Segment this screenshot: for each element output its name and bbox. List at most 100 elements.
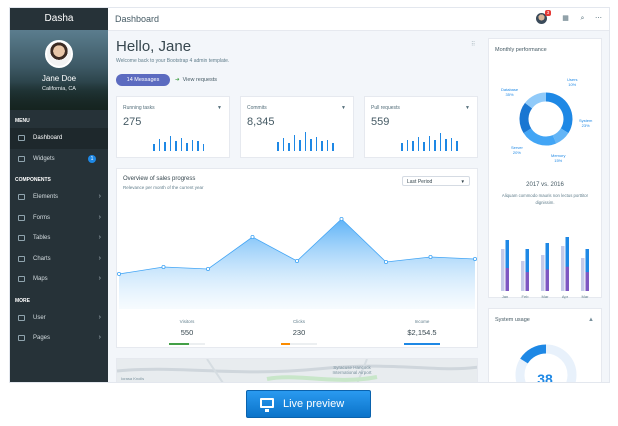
page-title: Dashboard	[115, 14, 160, 24]
system-usage-card: System usage ▲ 38	[488, 308, 602, 383]
sidebar-item-label: User	[33, 314, 46, 321]
more-icon[interactable]: ⋯	[595, 15, 602, 22]
mini-bar	[191, 140, 193, 151]
mini-bar	[412, 141, 414, 151]
user-icon	[18, 314, 25, 321]
dashboard-icon	[18, 135, 25, 141]
chevron-right-icon: ›	[98, 334, 101, 341]
widgets-badge: 1	[88, 154, 96, 163]
user-location: California, CA	[42, 86, 76, 92]
mini-bar	[434, 140, 436, 151]
section-more: MORE	[15, 297, 30, 304]
live-preview-label: Live preview	[283, 398, 345, 410]
pages-icon	[18, 335, 25, 341]
card-value: 275	[123, 116, 142, 128]
bar-2016	[521, 261, 525, 291]
area-point	[294, 259, 299, 264]
mini-bar	[169, 135, 171, 151]
bar-2016	[581, 258, 585, 291]
sidebar-item-tables[interactable]: Tables ›	[10, 228, 108, 249]
card-value: 8,345	[247, 116, 275, 128]
sidebar-item-pages[interactable]: Pages ›	[10, 328, 108, 349]
mini-bar	[202, 144, 204, 151]
app-window: Dasha Jane Doe California, CA MENU Dashb…	[9, 7, 610, 383]
stat-visitors: Visitors 550	[147, 319, 227, 345]
map-label-airport: Syracuse Hancock International Airport	[332, 365, 372, 375]
sidebar-item-maps[interactable]: Maps ›	[10, 269, 108, 290]
chevron-right-icon: ›	[98, 254, 101, 262]
sidebar-item-label: Elements	[33, 194, 59, 200]
area-point	[428, 255, 433, 260]
sidebar-item-widgets[interactable]: Widgets 1	[10, 149, 108, 170]
view-requests-link[interactable]: ➜ View requests	[175, 74, 217, 86]
bar-label: Apr	[562, 294, 569, 299]
sidebar: Dasha Jane Doe California, CA MENU Dashb…	[10, 8, 108, 382]
sidebar-item-forms[interactable]: Forms ›	[10, 208, 108, 229]
avatar[interactable]	[45, 40, 73, 68]
tables-icon	[18, 235, 25, 241]
sidebar-item-elements[interactable]: Elements ›	[10, 187, 108, 208]
caret-down-icon[interactable]: ▼	[341, 105, 346, 111]
live-preview-button[interactable]: Live preview	[246, 390, 371, 418]
mini-bar	[423, 142, 425, 151]
stat-value: 230	[292, 328, 306, 337]
mini-bar	[180, 137, 182, 151]
drag-handle-icon[interactable]: ⠿	[471, 41, 475, 48]
profile-card: Jane Doe California, CA	[10, 30, 108, 110]
sidebar-item-user[interactable]: User ›	[10, 308, 108, 329]
area-point	[161, 265, 166, 270]
bar-2017-lower	[525, 272, 529, 291]
area-point	[383, 260, 388, 265]
system-usage-value: 38	[537, 371, 553, 383]
brand-logo[interactable]: Dasha	[10, 8, 108, 30]
stat-progress	[281, 343, 317, 345]
bar-2017-lower	[505, 268, 509, 291]
mini-bar	[299, 140, 301, 151]
maps-icon	[18, 276, 25, 282]
area-point	[339, 217, 344, 222]
stat-progress-fill	[281, 343, 290, 345]
elements-icon	[18, 194, 25, 200]
stat-value: $2,154.5	[407, 328, 437, 337]
mini-bar	[456, 141, 458, 151]
chevron-right-icon: ›	[98, 275, 101, 282]
sidebar-item-label: Pages	[33, 335, 51, 341]
mini-bar	[428, 135, 430, 151]
mini-bar	[153, 144, 155, 151]
mini-bar	[321, 141, 323, 151]
bar-2017-lower	[565, 266, 569, 291]
stat-clicks: Clicks 230	[259, 319, 339, 345]
card-mini-chart	[153, 129, 233, 151]
sidebar-item-dashboard[interactable]: Dashboard	[10, 128, 108, 149]
sidebar-item-label: Widgets	[33, 155, 55, 162]
messages-button[interactable]: 14 Messages	[116, 74, 170, 86]
stat-progress-fill	[169, 343, 189, 345]
stat-label: Income	[414, 319, 430, 324]
mini-bar	[450, 137, 452, 151]
sidebar-item-label: Charts	[33, 255, 51, 262]
mini-bar	[417, 136, 419, 151]
section-components: COMPONENTS	[15, 177, 51, 183]
bar-2016	[541, 255, 545, 291]
chevron-right-icon: ›	[98, 213, 101, 221]
search-icon[interactable]: ⌕	[579, 15, 586, 22]
map-panel[interactable]: Iorasa Knolls Syracuse Hancock Internati…	[116, 358, 478, 382]
mini-bar	[288, 143, 290, 151]
card-pull-requests: Pull requests ▼ 559	[364, 96, 478, 158]
bar-2016	[561, 246, 565, 291]
caret-down-icon[interactable]: ▼	[465, 105, 470, 111]
sidebar-item-label: Tables	[33, 235, 51, 241]
chevron-right-icon: ›	[98, 313, 101, 321]
mini-bar	[304, 132, 306, 151]
bar-label: Jan	[502, 294, 508, 299]
chevron-right-icon: ›	[98, 193, 101, 200]
apps-grid-icon[interactable]: ▦	[562, 15, 569, 22]
card-label: Commits	[247, 105, 267, 111]
sidebar-item-label: Maps	[33, 276, 48, 282]
mini-bar	[310, 138, 312, 151]
bar-label: Mar	[542, 294, 550, 299]
caret-down-icon[interactable]: ▼	[217, 105, 222, 111]
area-fill	[119, 219, 475, 309]
sidebar-item-charts[interactable]: Charts ›	[10, 249, 108, 270]
mini-bar	[326, 140, 328, 151]
